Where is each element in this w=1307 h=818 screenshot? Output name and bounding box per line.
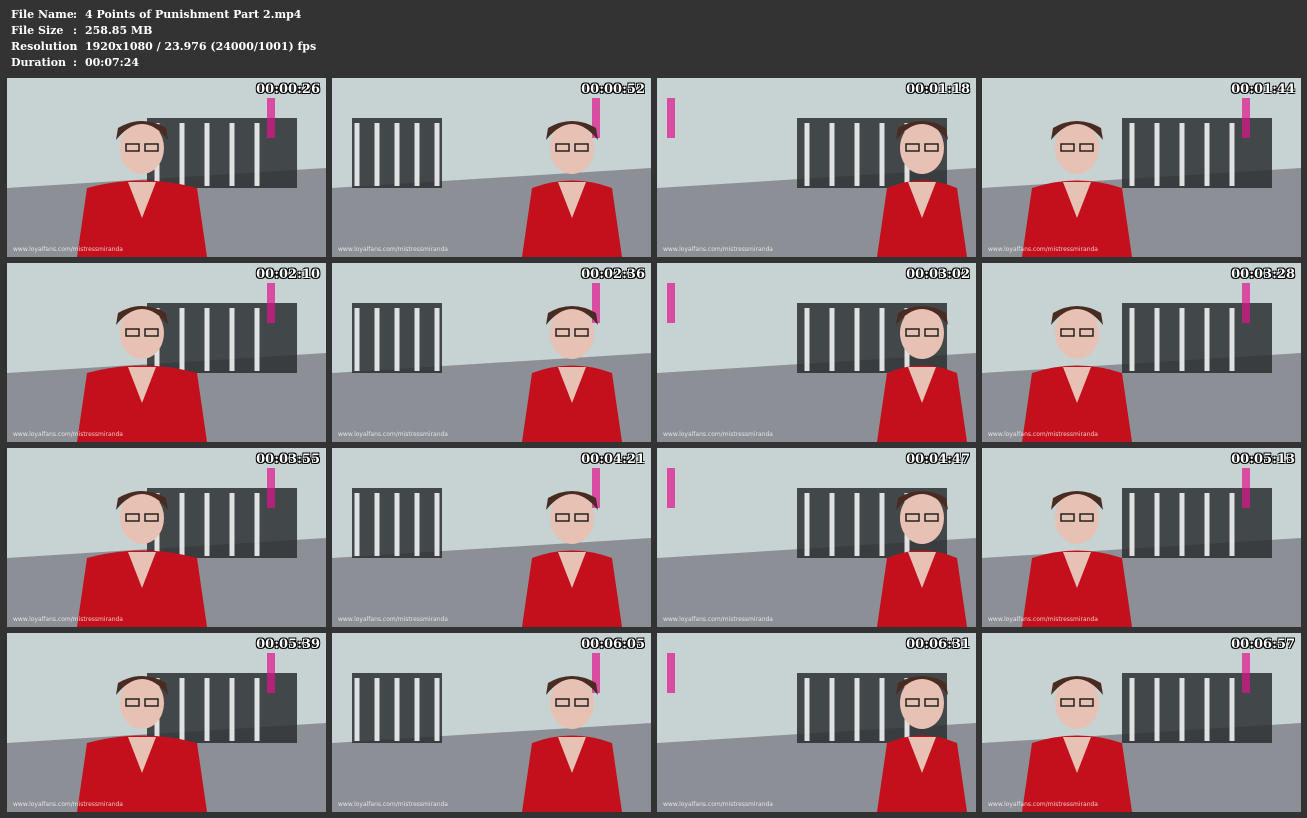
timestamp-label: 00:06:57	[1231, 637, 1295, 652]
watermark-text: www.loyalfans.com/mistressmiranda	[13, 431, 123, 438]
video-thumbnail[interactable]: 00:06:05 www.loyalfans.com/mistressmirand…	[332, 633, 651, 812]
frame-image	[982, 448, 1301, 627]
video-thumbnail[interactable]: 00:00:52 www.loyalfans.com/mistressmirand…	[332, 78, 651, 257]
file-name-value: 4 Points of Punishment Part 2.mp4	[85, 8, 302, 21]
video-thumbnail[interactable]: 00:01:44 www.loyalfans.com/mistressmirand…	[982, 78, 1301, 257]
frame-image	[332, 78, 651, 257]
contact-sheet: File Name : 4 Points of Punishment Part …	[0, 0, 1307, 818]
timestamp-label: 00:05:13	[1231, 452, 1295, 467]
video-thumbnail[interactable]: 00:03:02 www.loyalfans.com/mistressmirand…	[657, 263, 976, 442]
timestamp-label: 00:04:21	[581, 452, 645, 467]
watermark-text: www.loyalfans.com/mistressmiranda	[338, 246, 448, 253]
watermark-text: www.loyalfans.com/mistressmiranda	[663, 801, 773, 808]
frame-image	[657, 263, 976, 442]
frame-image	[332, 448, 651, 627]
watermark-text: www.loyalfans.com/mistressmiranda	[988, 616, 1098, 623]
video-thumbnail[interactable]: 00:00:26 www.loyalfans.com/mistressmirand…	[7, 78, 326, 257]
video-thumbnail[interactable]: 00:03:55 www.loyalfans.com/mistressmirand…	[7, 448, 326, 627]
video-thumbnail[interactable]: 00:03:28 www.loyalfans.com/mistressmirand…	[982, 263, 1301, 442]
timestamp-label: 00:01:44	[1231, 82, 1295, 97]
file-info-panel: File Name : 4 Points of Punishment Part …	[11, 7, 316, 71]
file-size-label: File Size	[11, 24, 64, 37]
frame-image	[332, 633, 651, 812]
timestamp-label: 00:01:18	[906, 82, 970, 97]
resolution-value: 1920x1080 / 23.976 (24000/1001) fps	[85, 40, 317, 53]
timestamp-label: 00:03:28	[1231, 267, 1295, 282]
thumbnail-grid: 00:00:26 www.loyalfans.com/mistressmirand…	[7, 78, 1301, 812]
watermark-text: www.loyalfans.com/mistressmiranda	[988, 246, 1098, 253]
timestamp-label: 00:06:31	[906, 637, 970, 652]
file-name-label: File Name	[11, 8, 74, 21]
duration-sep: :	[73, 56, 78, 69]
frame-image	[7, 448, 326, 627]
file-size-sep: :	[73, 24, 78, 37]
file-name-sep: :	[73, 8, 78, 21]
video-thumbnail[interactable]: 00:06:57 www.loyalfans.com/mistressmirand…	[982, 633, 1301, 812]
frame-image	[657, 633, 976, 812]
frame-image	[7, 78, 326, 257]
video-thumbnail[interactable]: 00:02:10 www.loyalfans.com/mistressmirand…	[7, 263, 326, 442]
video-thumbnail[interactable]: 00:02:36 www.loyalfans.com/mistressmirand…	[332, 263, 651, 442]
timestamp-label: 00:03:02	[906, 267, 970, 282]
frame-image	[657, 448, 976, 627]
video-thumbnail[interactable]: 00:04:21 www.loyalfans.com/mistressmirand…	[332, 448, 651, 627]
timestamp-label: 00:04:47	[906, 452, 970, 467]
file-size-value: 258.85 MB	[85, 24, 153, 37]
video-thumbnail[interactable]: 00:04:47 www.loyalfans.com/mistressmirand…	[657, 448, 976, 627]
frame-image	[7, 633, 326, 812]
frame-image	[982, 263, 1301, 442]
timestamp-label: 00:00:26	[256, 82, 320, 97]
watermark-text: www.loyalfans.com/mistressmiranda	[13, 246, 123, 253]
watermark-text: www.loyalfans.com/mistressmiranda	[663, 246, 773, 253]
timestamp-label: 00:03:55	[256, 452, 320, 467]
video-thumbnail[interactable]: 00:01:18 www.loyalfans.com/mistressmirand…	[657, 78, 976, 257]
resolution-label: Resolution	[11, 40, 78, 53]
file-size-row: File Size : 258.85 MB	[11, 23, 316, 39]
frame-image	[332, 263, 651, 442]
watermark-text: www.loyalfans.com/mistressmiranda	[663, 431, 773, 438]
video-thumbnail[interactable]: 00:06:31 www.loyalfans.com/mistressmirand…	[657, 633, 976, 812]
watermark-text: www.loyalfans.com/mistressmiranda	[988, 431, 1098, 438]
video-thumbnail[interactable]: 00:05:39 www.loyalfans.com/mistressmirand…	[7, 633, 326, 812]
timestamp-label: 00:02:10	[256, 267, 320, 282]
frame-image	[657, 78, 976, 257]
watermark-text: www.loyalfans.com/mistressmiranda	[13, 616, 123, 623]
duration-value: 00:07:24	[85, 56, 140, 69]
watermark-text: www.loyalfans.com/mistressmiranda	[338, 801, 448, 808]
watermark-text: www.loyalfans.com/mistressmiranda	[663, 616, 773, 623]
resolution-sep: :	[73, 40, 78, 53]
watermark-text: www.loyalfans.com/mistressmiranda	[13, 801, 123, 808]
timestamp-label: 00:06:05	[581, 637, 645, 652]
file-name-row: File Name : 4 Points of Punishment Part …	[11, 7, 316, 23]
resolution-row: Resolution : 1920x1080 / 23.976 (24000/1…	[11, 39, 316, 55]
timestamp-label: 00:05:39	[256, 637, 320, 652]
duration-row: Duration : 00:07:24	[11, 55, 316, 71]
video-thumbnail[interactable]: 00:05:13 www.loyalfans.com/mistressmirand…	[982, 448, 1301, 627]
frame-image	[982, 633, 1301, 812]
timestamp-label: 00:00:52	[581, 82, 645, 97]
frame-image	[982, 78, 1301, 257]
timestamp-label: 00:02:36	[581, 267, 645, 282]
watermark-text: www.loyalfans.com/mistressmiranda	[338, 616, 448, 623]
watermark-text: www.loyalfans.com/mistressmiranda	[338, 431, 448, 438]
duration-label: Duration	[11, 56, 67, 69]
frame-image	[7, 263, 326, 442]
watermark-text: www.loyalfans.com/mistressmiranda	[988, 801, 1098, 808]
